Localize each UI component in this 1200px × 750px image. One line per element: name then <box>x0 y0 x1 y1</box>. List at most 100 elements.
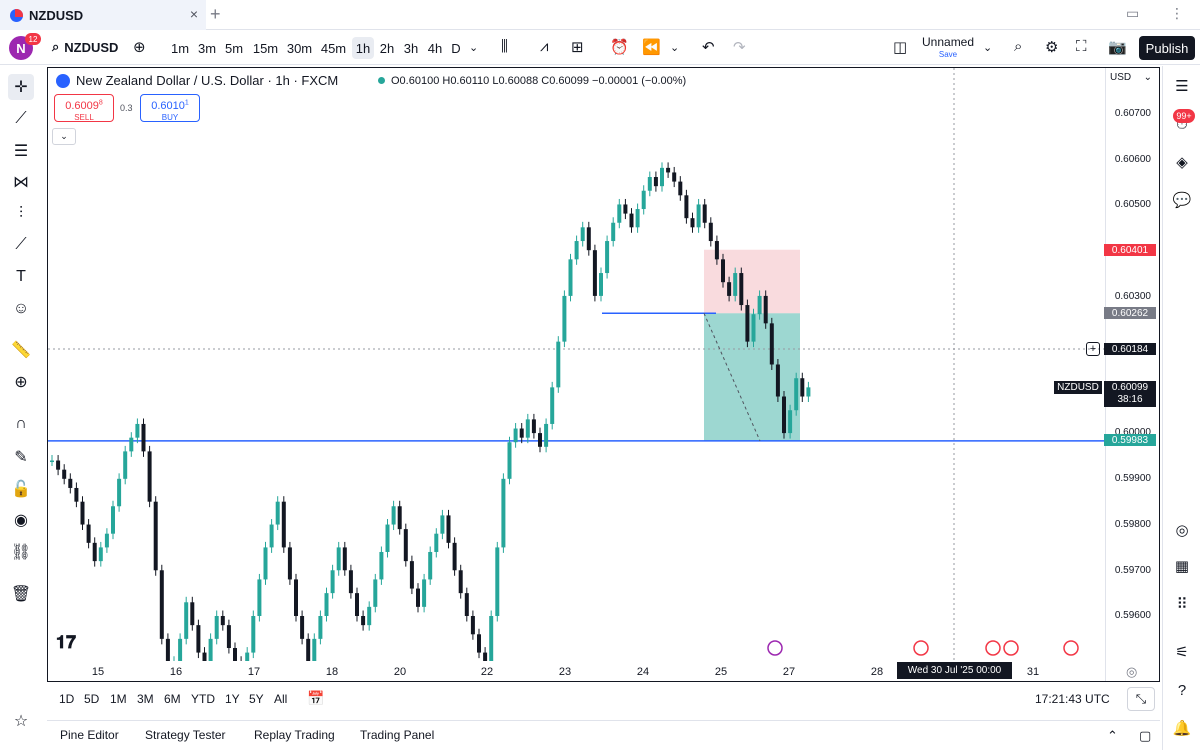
watchlist-icon[interactable]: ☰ <box>1170 74 1194 98</box>
crosshair-icon[interactable]: ✛ <box>8 74 34 100</box>
magnet-icon[interactable]: ∩ <box>8 411 34 437</box>
new-tab-icon[interactable]: + <box>210 4 221 25</box>
range-1m[interactable]: 1M <box>110 692 127 706</box>
camera-icon[interactable]: 📷 <box>1108 38 1127 56</box>
price-chart[interactable]: 𝟏𝟕 <box>48 68 1105 661</box>
range-6m[interactable]: 6M <box>164 692 181 706</box>
chart-tab[interactable]: NZDUSD × <box>0 0 206 30</box>
tab-trading-panel[interactable]: Trading Panel <box>360 728 434 742</box>
candle-body <box>483 652 488 661</box>
templates-icon[interactable]: ⊞ <box>571 38 584 56</box>
target-icon[interactable]: ◎ <box>1170 518 1194 542</box>
interval-2h[interactable]: 2h <box>376 37 398 59</box>
zoom-icon[interactable]: ⊕ <box>8 369 34 395</box>
candle-body <box>62 469 67 479</box>
broadcast-icon[interactable]: ⚟ <box>1170 640 1194 664</box>
candle-body <box>294 579 298 616</box>
close-tab-icon[interactable]: × <box>190 6 198 22</box>
utc-clock[interactable]: 17:21:43 UTC <box>1035 692 1110 706</box>
interval-3m[interactable]: 3m <box>195 37 219 59</box>
candle-body <box>660 167 664 187</box>
favorites-star-icon[interactable]: ☆ <box>8 708 34 734</box>
candle-body <box>324 593 329 616</box>
publish-button[interactable]: Publish <box>1139 36 1195 60</box>
layout-chevron-down-icon[interactable]: ⌄ <box>983 41 992 54</box>
layout-icon[interactable]: ▭ <box>1126 5 1139 22</box>
trash-icon[interactable]: 🗑 <box>8 581 34 607</box>
candle-body <box>507 442 512 479</box>
currency-select[interactable]: USD ⌄ <box>1106 72 1156 83</box>
maximize-panel-icon[interactable]: ▢ <box>1139 728 1151 744</box>
range-5y[interactable]: 5Y <box>249 692 264 706</box>
range-ytd[interactable]: YTD <box>191 692 215 706</box>
quick-search-icon[interactable]: ⌕ <box>1014 38 1022 55</box>
candle-body <box>763 295 768 324</box>
interval-5m[interactable]: 5m <box>222 37 246 59</box>
replay-chevron-down-icon[interactable]: ⌄ <box>670 41 679 54</box>
range-1d[interactable]: 1D <box>59 692 74 706</box>
brush-icon[interactable]: ⟋ <box>8 232 34 258</box>
interval-1m[interactable]: 1m <box>168 37 192 59</box>
ruler-icon[interactable]: 📏 <box>8 337 34 363</box>
chart-pane[interactable]: 𝟏𝟕 New Zealand Dollar / U.S. Dollar · 1h… <box>47 67 1160 682</box>
interval-30m[interactable]: 30m <box>285 37 314 59</box>
candle-body <box>769 323 774 365</box>
trend-line-icon[interactable]: ⟋ <box>8 106 34 132</box>
lock-drawing-icon[interactable]: ✎ <box>8 444 34 470</box>
alert-icon[interactable]: ⏰ <box>610 38 629 56</box>
range-3m[interactable]: 3M <box>137 692 154 706</box>
economic-event-icon <box>913 640 929 656</box>
layers-icon[interactable]: ◈ <box>1170 150 1194 174</box>
notifications-icon[interactable]: 🔔 <box>1170 716 1194 740</box>
emoji-icon[interactable]: ☺ <box>8 296 34 322</box>
buy-button[interactable]: 0.60101 BUY <box>140 94 200 122</box>
indicators-icon[interactable]: ⩘ <box>540 38 548 55</box>
calendar-icon[interactable]: ▦ <box>1170 554 1194 578</box>
interval-d[interactable]: D <box>448 37 464 59</box>
settings-icon[interactable]: ⚙ <box>1045 38 1058 56</box>
undo-icon[interactable]: ↶ <box>702 38 715 56</box>
lock-icon[interactable]: 🔓 <box>8 476 34 502</box>
scale-settings-icon[interactable]: ◎ <box>1126 664 1137 680</box>
chevron-up-icon[interactable]: ⌃ <box>1107 728 1118 744</box>
candle-body <box>641 190 646 210</box>
forecast-icon[interactable]: ⫶ <box>8 201 34 227</box>
compare-add-icon[interactable]: ⊕ <box>133 38 146 56</box>
ohlc-text: O0.60100 H0.60110 L0.60088 C0.60099 −0.0… <box>391 75 687 87</box>
interval-15m[interactable]: 15m <box>251 37 280 59</box>
candle-body <box>68 478 73 488</box>
symbol-search[interactable]: ⌕ NZDUSD <box>52 39 118 55</box>
range-all[interactable]: All <box>274 692 287 706</box>
fullscreen-icon[interactable]: ⛶ <box>1076 38 1087 55</box>
collapse-panels-icon[interactable]: ⤡ <box>1127 687 1155 711</box>
help-icon[interactable]: ? <box>1170 678 1194 702</box>
interval-3h[interactable]: 3h <box>400 37 422 59</box>
tab-replay-trading[interactable]: Replay Trading <box>254 728 335 742</box>
tab-strategy-tester[interactable]: Strategy Tester <box>145 728 225 742</box>
range-1y[interactable]: 1Y <box>225 692 240 706</box>
interval-45m[interactable]: 45m <box>319 37 348 59</box>
replay-icon[interactable]: ⏪ <box>642 38 661 56</box>
interval-chevron-down-icon[interactable]: ⌄ <box>469 41 478 54</box>
candle-body <box>721 259 725 283</box>
more-icon[interactable]: ⋮ <box>1170 5 1184 22</box>
layout-name[interactable]: Unnamed Save <box>922 36 974 61</box>
sell-button[interactable]: 0.60098 SELL <box>54 94 114 122</box>
eye-icon[interactable]: ◉ <box>8 507 34 533</box>
chat-icon[interactable]: 💬 <box>1170 188 1194 212</box>
range-5d[interactable]: 5D <box>84 692 99 706</box>
text-icon[interactable]: T <box>8 264 34 290</box>
pattern-icon[interactable]: ⋈ <box>8 169 34 195</box>
add-plus-icon[interactable]: + <box>1086 342 1100 356</box>
fib-icon[interactable]: ☰ <box>8 138 34 164</box>
layout-split-icon[interactable]: ◫ <box>893 38 907 56</box>
interval-4h[interactable]: 4h <box>424 37 446 59</box>
apps-grid-icon[interactable]: ⠿ <box>1170 592 1194 616</box>
collapse-legend-chevron-icon[interactable]: ⌄ <box>52 128 76 145</box>
go-to-date-icon[interactable]: 📅 <box>307 690 324 707</box>
tab-pine-editor[interactable]: Pine Editor <box>60 728 119 742</box>
save-label[interactable]: Save <box>922 49 974 61</box>
candles-icon[interactable]: ⫼ <box>501 38 508 55</box>
interval-1h[interactable]: 1h <box>352 37 374 59</box>
link-icon[interactable]: ⛓ <box>8 539 34 565</box>
